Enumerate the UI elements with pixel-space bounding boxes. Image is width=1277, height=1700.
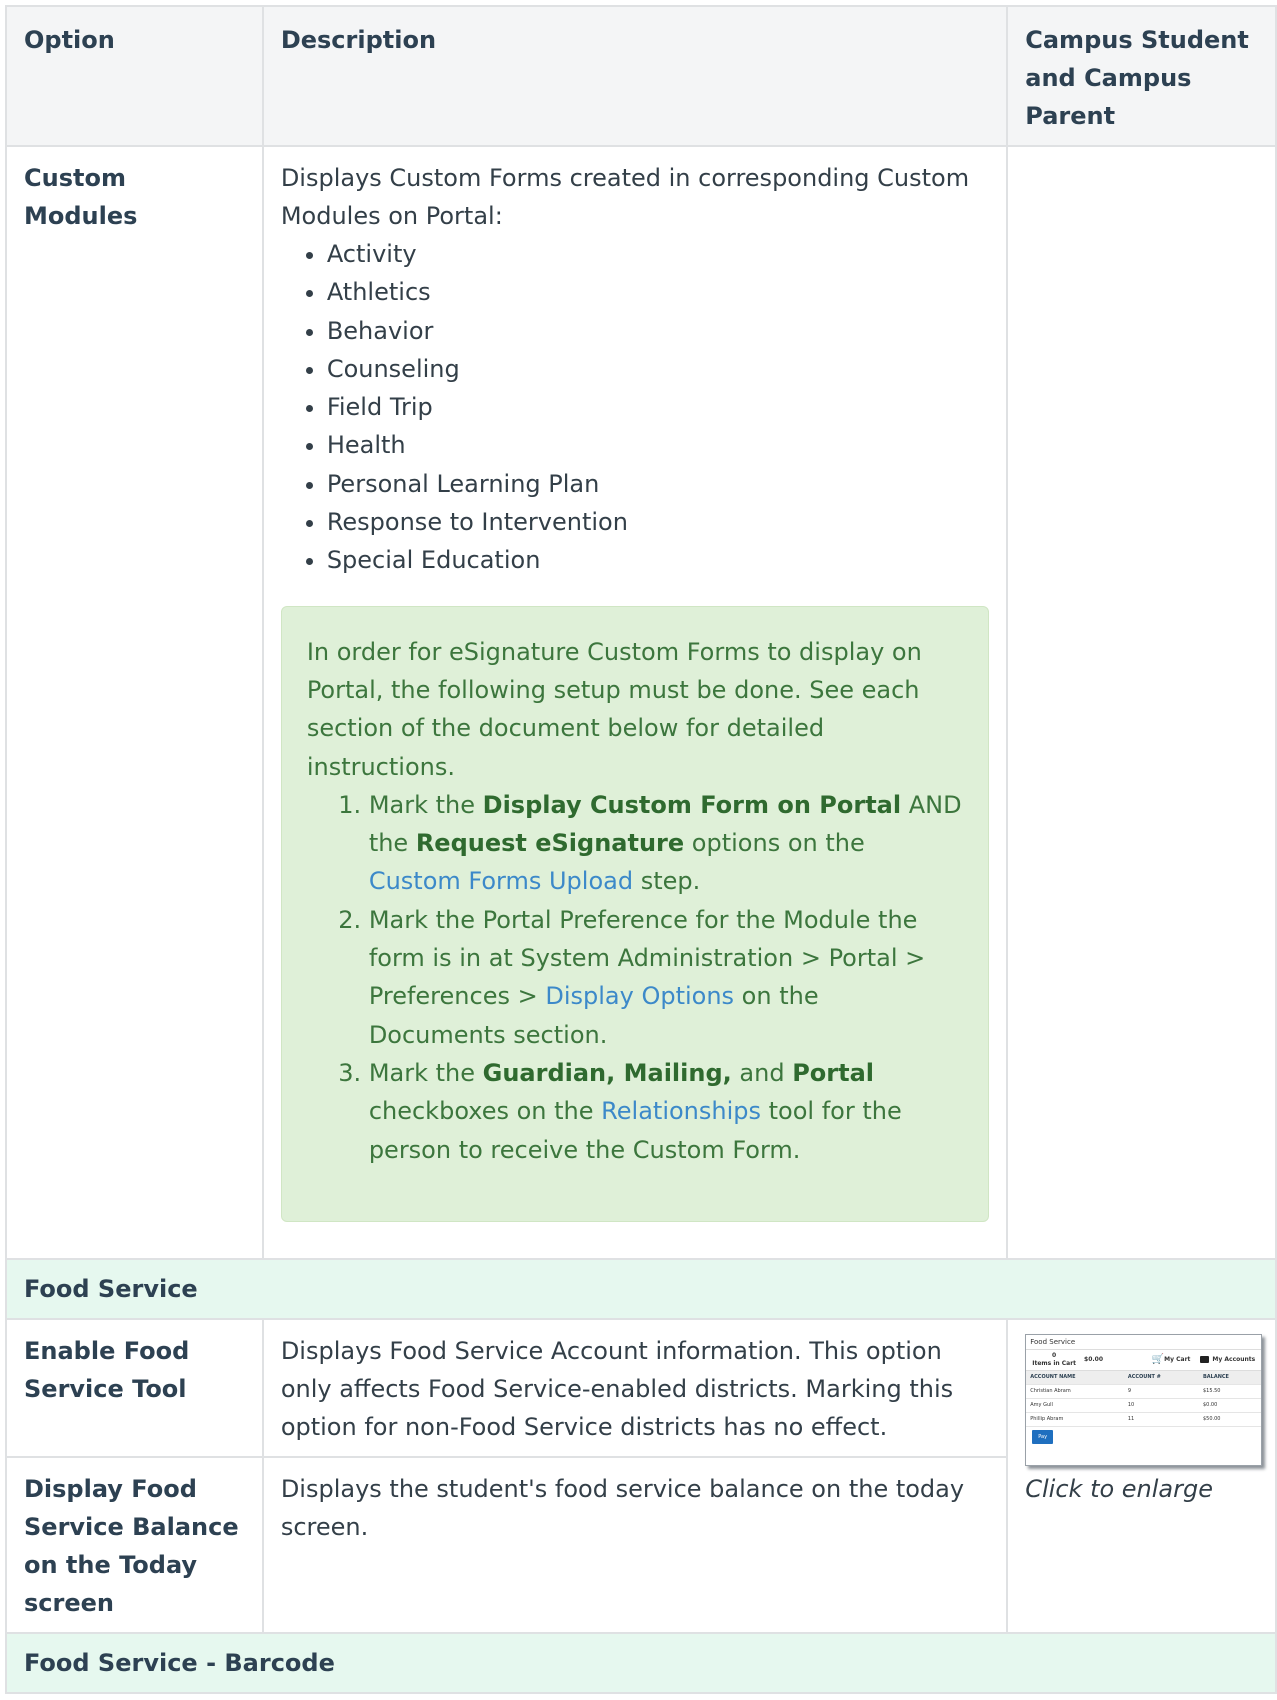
custom-modules-row: Custom Modules Displays Custom Forms cre… [5,145,1277,1260]
note-steps: Mark the Display Custom Form on Portal A… [307,786,962,1169]
food-service-screenshot-cell: Food Service 0 Items in Cart $0.00 🛒 My C… [1006,1317,1277,1634]
food-service-thumbnail[interactable]: Food Service 0 Items in Cart $0.00 🛒 My C… [1025,1333,1263,1466]
module-item: Athletics [327,273,989,311]
custom-modules-campus [1006,145,1277,1260]
note-intro: In order for eSignature Custom Forms to … [306,637,922,781]
barcode-section-title: Food Service - Barcode [5,1631,1277,1694]
esignature-note: In order for eSignature Custom Forms to … [280,605,990,1222]
module-item: Activity [327,235,989,273]
cart-icon: 🛒 [1151,1353,1165,1365]
module-item: Field Trip [327,388,989,426]
thumb-accounts-table: ACCOUNT NAME ACCOUNT # BALANCE Christian A… [1026,1370,1262,1427]
module-list: Activity Athletics Behavior Counseling F… [281,235,989,580]
header-description: Description [261,5,1009,147]
header-campus: Campus Student and Campus Parent [1006,5,1277,147]
food-service-section-title: Food Service [5,1257,1277,1320]
display-balance-description: Displays the student's food service bala… [261,1455,1009,1634]
note-step-1: Mark the Display Custom Form on Portal A… [369,786,962,901]
thumb-pay-button: Pay [1032,1429,1054,1444]
display-balance-option: Display Food Service Balance on the Toda… [5,1455,264,1634]
header-option: Option [5,5,264,147]
thumb-cart-bar: 0 Items in Cart $0.00 🛒 My Cart My Accoun… [1026,1348,1262,1371]
barcode-section-row: Food Service - Barcode [5,1631,1277,1694]
custom-modules-description: Displays Custom Forms created in corresp… [261,145,1009,1260]
portal-options-table: Option Description Campus Student and Ca… [5,5,1277,1694]
thumb-title: Food Service [1030,1337,1076,1346]
module-item: Health [327,426,989,464]
custom-modules-option: Custom Modules [5,145,264,1260]
note-step-2: Mark the Portal Preference for the Modul… [369,901,962,1054]
custom-forms-upload-link[interactable]: Custom Forms Upload [369,867,633,895]
module-item: Behavior [327,312,989,350]
click-to-enlarge-caption: Click to enlarge [1025,1474,1214,1503]
custom-modules-intro: Displays Custom Forms created in corresp… [280,164,970,230]
module-item: Counseling [327,350,989,388]
enable-food-service-description: Displays Food Service Account informatio… [261,1317,1009,1458]
relationships-link[interactable]: Relationships [601,1097,761,1125]
wallet-icon [1200,1356,1210,1364]
module-item: Special Education [327,541,989,579]
module-item: Personal Learning Plan [327,465,989,503]
module-item: Response to Intervention [327,503,989,541]
header-row: Option Description Campus Student and Ca… [5,5,1277,147]
enable-food-service-row: Enable Food Service Tool Displays Food S… [5,1317,1277,1634]
display-options-link[interactable]: Display Options [545,982,734,1010]
enable-food-service-option: Enable Food Service Tool [5,1317,264,1458]
note-step-3: Mark the Guardian, Mailing, and Portal c… [369,1054,962,1169]
food-service-section-row: Food Service [5,1257,1277,1320]
